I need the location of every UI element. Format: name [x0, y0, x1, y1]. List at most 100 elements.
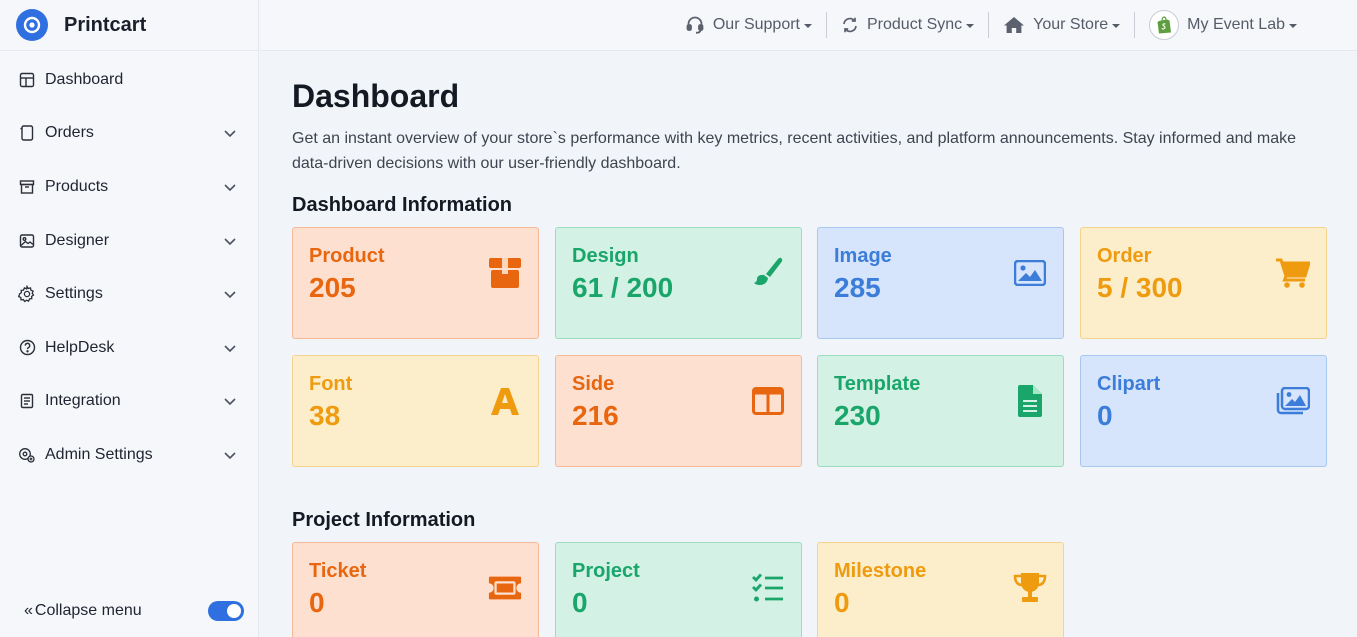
- stat-card-design[interactable]: Design 61 / 200: [555, 227, 802, 339]
- sync-icon: [841, 16, 859, 34]
- stat-card-font[interactable]: Font 38: [292, 355, 539, 467]
- collapse-menu[interactable]: « Collapse menu: [24, 599, 244, 623]
- box-icon: [488, 256, 522, 290]
- admin-gear-icon: [18, 446, 36, 464]
- sidebar-item-label: Admin Settings: [45, 445, 153, 463]
- stat-card-ticket[interactable]: Ticket 0: [292, 542, 539, 637]
- sidebar-item-label: Products: [45, 177, 109, 195]
- archive-icon: [18, 178, 36, 196]
- your-store-dropdown[interactable]: Your Store: [988, 12, 1134, 38]
- sidebar-item-label: Integration: [45, 392, 121, 410]
- page-title: Dashboard: [292, 78, 460, 114]
- brand[interactable]: Printcart: [0, 0, 258, 51]
- chevron-down-icon[interactable]: [222, 125, 238, 141]
- printcart-logo-icon: [16, 9, 48, 41]
- caret-down-icon: [1289, 24, 1297, 28]
- ticket-icon: [488, 571, 522, 605]
- sidebar-item-label: Orders: [45, 124, 94, 142]
- chevron-down-icon[interactable]: [222, 233, 238, 249]
- stat-card-project[interactable]: Project 0: [555, 542, 802, 637]
- stat-label: Clipart: [1097, 373, 1161, 395]
- collapse-menu-toggle[interactable]: [208, 601, 244, 621]
- account-label: My Event Lab: [1187, 16, 1285, 33]
- product-sync-label: Product Sync: [867, 16, 963, 33]
- stat-card-side[interactable]: Side 216: [555, 355, 802, 467]
- stat-label: Font: [309, 373, 353, 395]
- sidebar-item-integration[interactable]: Integration: [0, 375, 258, 429]
- stat-label: Product: [309, 245, 385, 267]
- stat-value: 216: [572, 400, 619, 431]
- tasks-icon: [751, 571, 785, 605]
- picture-icon: [1013, 256, 1047, 290]
- letter-a-icon: [488, 384, 522, 418]
- stat-card-image[interactable]: Image 285: [817, 227, 1064, 339]
- stat-value: 0: [572, 587, 588, 618]
- sidebar-item-label: Dashboard: [45, 70, 124, 88]
- page-description: Get an instant overview of your store`s …: [292, 130, 1297, 172]
- stat-card-clipart[interactable]: Clipart 0: [1080, 355, 1327, 467]
- product-sync-dropdown[interactable]: Product Sync: [826, 12, 988, 38]
- layout-icon: [18, 71, 36, 89]
- sidebar-item-products[interactable]: Products: [0, 160, 258, 214]
- stat-label: Image: [834, 245, 892, 267]
- stat-label: Design: [572, 245, 639, 267]
- stat-label: Ticket: [309, 560, 367, 582]
- shopify-icon: [1149, 10, 1180, 40]
- home-icon: [1003, 16, 1025, 34]
- image-icon: [18, 232, 36, 250]
- account-dropdown[interactable]: My Event Lab: [1134, 10, 1311, 40]
- images-icon: [1276, 384, 1310, 418]
- dashboard-information-title: Dashboard Information: [292, 194, 513, 216]
- headset-icon: [685, 15, 705, 35]
- sidebar-item-orders[interactable]: Orders: [0, 107, 258, 161]
- collapse-menu-label[interactable]: « Collapse menu: [24, 602, 208, 620]
- collapse-menu-text: Collapse menu: [34, 602, 142, 619]
- chevron-down-icon[interactable]: [222, 340, 238, 356]
- sidebar-item-admin-settings[interactable]: Admin Settings: [0, 428, 258, 482]
- sidebar: Printcart Dashboard Orders Products Desi…: [0, 0, 259, 637]
- stat-label: Template: [834, 373, 921, 395]
- our-support-label: Our Support: [712, 16, 800, 33]
- tablet-icon: [18, 124, 36, 142]
- stat-card-order[interactable]: Order 5 / 300: [1080, 227, 1327, 339]
- stat-value: 61 / 200: [572, 272, 674, 303]
- stat-card-product[interactable]: Product 205: [292, 227, 539, 339]
- chevron-down-icon[interactable]: [222, 447, 238, 463]
- stat-label: Project: [572, 560, 640, 582]
- trophy-icon: [1013, 571, 1047, 605]
- columns-icon: [751, 384, 785, 418]
- sidebar-item-label: Settings: [45, 285, 103, 303]
- stat-label: Side: [572, 373, 615, 395]
- sidebar-item-designer[interactable]: Designer: [0, 214, 258, 268]
- caret-down-icon: [1112, 24, 1121, 28]
- main-content: Dashboard Get an instant overview of you…: [292, 51, 1357, 637]
- sidebar-item-settings[interactable]: Settings: [0, 267, 258, 321]
- gear-icon: [18, 285, 36, 303]
- stat-value: 38: [309, 400, 341, 431]
- stat-card-template[interactable]: Template 230: [817, 355, 1064, 467]
- your-store-label: Your Store: [1033, 16, 1109, 33]
- stat-label: Milestone: [834, 560, 927, 582]
- stat-value: 0: [834, 587, 850, 618]
- stat-value: 0: [309, 587, 325, 618]
- our-support-dropdown[interactable]: Our Support: [671, 12, 826, 38]
- stat-card-milestone[interactable]: Milestone 0: [817, 542, 1064, 637]
- cart-icon: [1276, 256, 1310, 290]
- sidebar-item-dashboard[interactable]: Dashboard: [0, 53, 258, 107]
- chevron-down-icon[interactable]: [222, 286, 238, 302]
- file-icon: [1013, 384, 1047, 418]
- chevron-down-icon[interactable]: [222, 393, 238, 409]
- stat-value: 230: [834, 400, 881, 431]
- topbar: Our Support Product Sync Your Store My E…: [260, 0, 1357, 51]
- stat-label: Order: [1097, 245, 1152, 267]
- chevron-down-icon[interactable]: [222, 179, 238, 195]
- paintbrush-icon: [751, 256, 785, 290]
- sidebar-item-label: HelpDesk: [45, 338, 115, 356]
- stat-value: 285: [834, 272, 881, 303]
- sidebar-item-helpdesk[interactable]: HelpDesk: [0, 321, 258, 375]
- brand-name: Printcart: [64, 13, 147, 36]
- stat-value: 5 / 300: [1097, 272, 1183, 303]
- stat-value: 205: [309, 272, 356, 303]
- project-information-title: Project Information: [292, 509, 476, 531]
- caret-down-icon: [804, 24, 812, 28]
